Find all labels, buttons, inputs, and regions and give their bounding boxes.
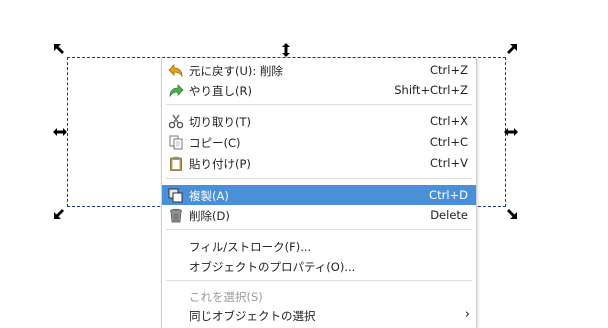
diagonal-arrow-icon xyxy=(507,44,517,54)
menu-item-duplicate[interactable]: 複製(A) Ctrl+D xyxy=(162,185,476,205)
redo-icon xyxy=(168,83,184,98)
menu-item-object-properties[interactable]: オブジェクトのプロパティ(O)... xyxy=(162,256,476,276)
undo-icon xyxy=(168,63,184,78)
menu-item-label: 複製(A) xyxy=(189,189,229,203)
scale-handle-bottom-right[interactable] xyxy=(504,206,518,220)
menu-item-shortcut: Ctrl+V xyxy=(430,156,468,170)
menu-separator xyxy=(166,229,472,230)
scale-handle-top-left[interactable] xyxy=(53,43,67,57)
menu-separator xyxy=(166,104,472,105)
menu-item-label: 貼り付け(P) xyxy=(189,157,251,171)
scale-handle-bottom-left[interactable] xyxy=(53,206,67,220)
menu-item-shortcut: Ctrl+X xyxy=(430,114,468,128)
menu-item-label: 元に戻す(U): 削除 xyxy=(189,64,283,78)
menu-item-label: これを選択(S) xyxy=(189,290,263,304)
diagonal-arrow-icon xyxy=(54,44,64,54)
menu-item-shortcut: Ctrl+Z xyxy=(430,63,468,77)
context-menu: 元に戻す(U): 削除 Ctrl+Z やり直し(R) Shift+Ctrl+Z … xyxy=(161,58,477,328)
menu-item-shortcut: Ctrl+C xyxy=(429,135,468,149)
horizontal-arrow-icon xyxy=(53,128,67,136)
scale-handle-right[interactable] xyxy=(504,125,518,139)
menu-item-label: フィル/ストローク(F)... xyxy=(189,240,312,254)
menu-item-shortcut: Shift+Ctrl+Z xyxy=(394,83,468,97)
submenu-arrow-icon: › xyxy=(464,307,470,322)
scale-handle-left[interactable] xyxy=(53,125,67,139)
horizontal-arrow-icon xyxy=(504,128,518,136)
menu-item-label: やり直し(R) xyxy=(189,84,252,98)
menu-separator xyxy=(166,280,472,281)
menu-item-undo[interactable]: 元に戻す(U): 削除 Ctrl+Z xyxy=(162,60,476,80)
vertical-arrow-icon xyxy=(282,43,290,57)
trash-icon xyxy=(168,208,184,223)
diagonal-arrow-icon xyxy=(507,209,517,219)
paste-icon xyxy=(168,156,184,171)
menu-item-cut[interactable]: 切り取り(T) Ctrl+X xyxy=(162,111,476,131)
menu-item-label: 削除(D) xyxy=(189,209,230,223)
menu-item-shortcut: Delete xyxy=(430,208,468,222)
menu-item-label: 同じオブジェクトの選択 xyxy=(189,309,316,323)
menu-item-label: オブジェクトのプロパティ(O)... xyxy=(189,260,356,274)
scissors-icon xyxy=(168,114,184,129)
menu-item-redo[interactable]: やり直し(R) Shift+Ctrl+Z xyxy=(162,80,476,100)
scale-handle-top[interactable] xyxy=(279,43,293,57)
menu-item-paste[interactable]: 貼り付け(P) Ctrl+V xyxy=(162,153,476,173)
menu-item-shortcut: Ctrl+D xyxy=(429,188,468,202)
copy-icon xyxy=(168,135,184,150)
diagonal-arrow-icon xyxy=(54,209,64,219)
menu-item-fill-stroke[interactable]: フィル/ストローク(F)... xyxy=(162,236,476,256)
menu-item-select-this[interactable]: これを選択(S) xyxy=(162,286,476,306)
scale-handle-top-right[interactable] xyxy=(504,43,518,57)
menu-item-label: 切り取り(T) xyxy=(189,115,251,129)
duplicate-icon xyxy=(168,188,184,203)
menu-item-copy[interactable]: コピー(C) Ctrl+C xyxy=(162,132,476,152)
menu-item-select-same[interactable]: 同じオブジェクトの選択 › xyxy=(162,305,476,325)
menu-separator xyxy=(166,178,472,179)
menu-item-label: コピー(C) xyxy=(189,136,241,150)
menu-item-delete[interactable]: 削除(D) Delete xyxy=(162,205,476,225)
